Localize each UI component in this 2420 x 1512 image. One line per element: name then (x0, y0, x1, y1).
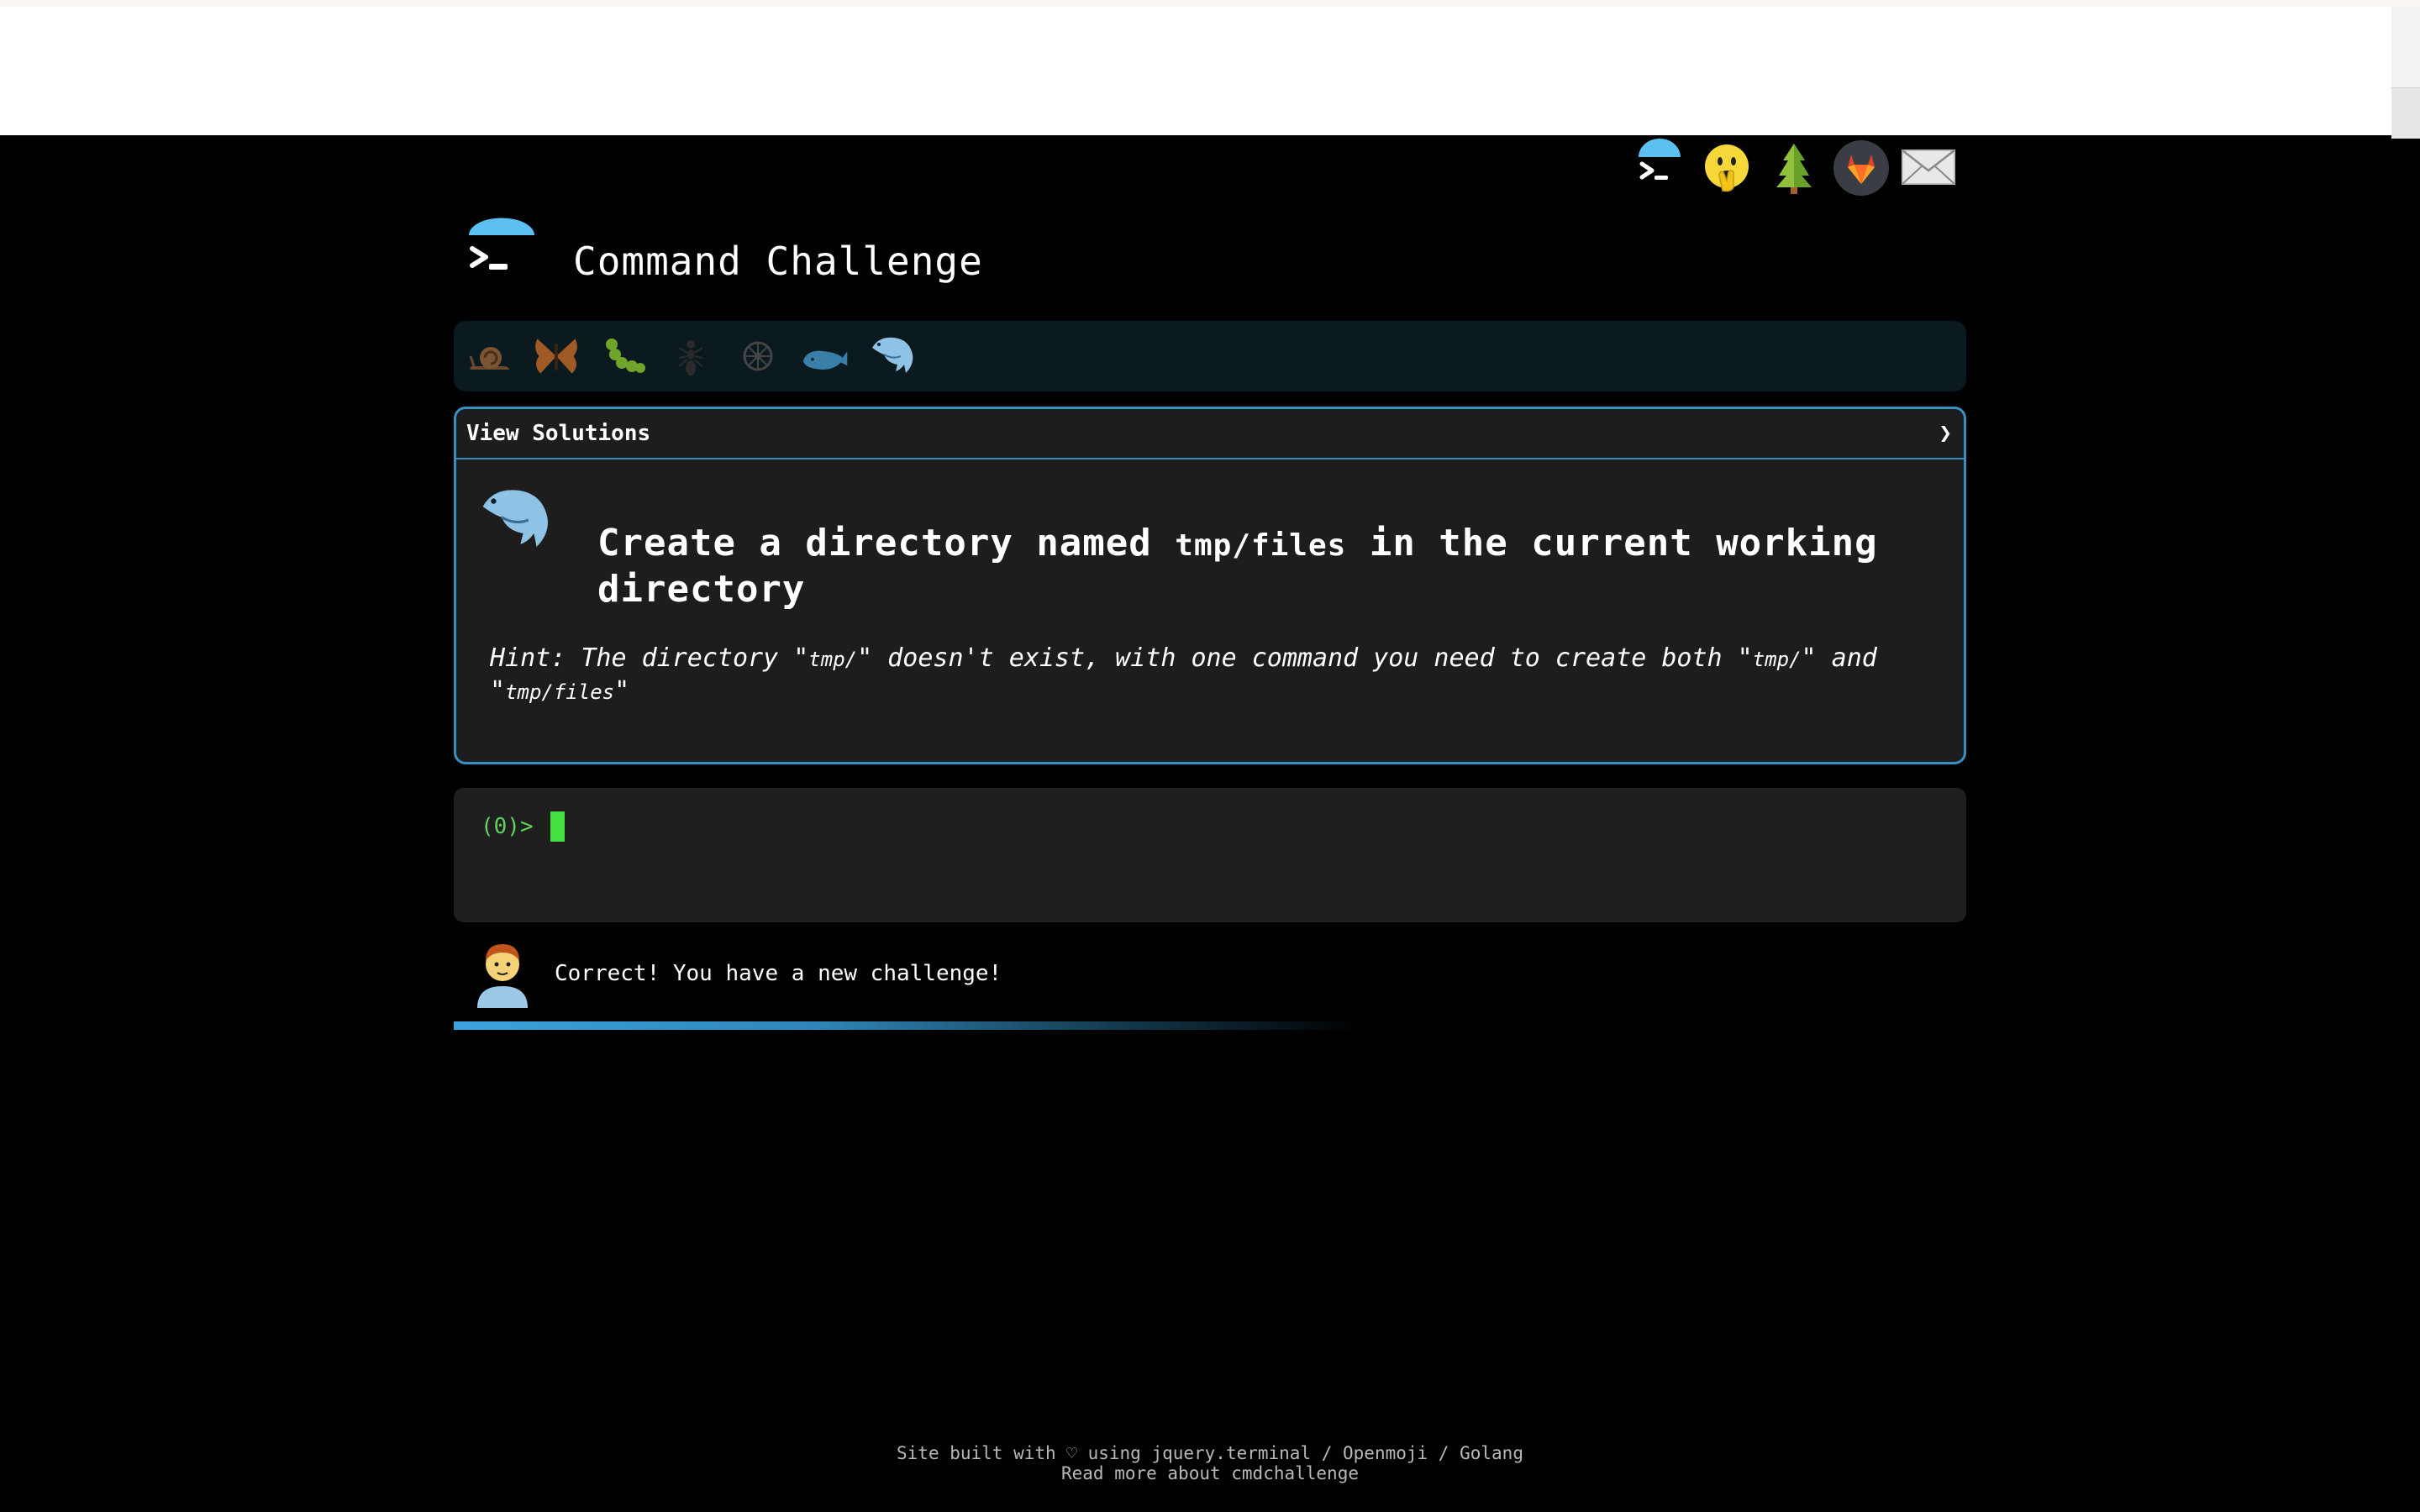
person-avatar-icon (472, 936, 533, 1008)
ant-icon[interactable] (666, 331, 716, 381)
whale-icon[interactable] (800, 331, 850, 381)
hint-prefix: Hint: The directory " (490, 643, 809, 673)
footer: Site built with ♡ using jquery.terminal … (0, 1443, 2420, 1483)
page-title: Command Challenge (573, 239, 983, 284)
footer-credits: Site built with ♡ using jquery.terminal … (0, 1443, 2420, 1463)
readmore-link[interactable]: Read more about cmdchallenge (1061, 1463, 1359, 1483)
challenge-panel: View Solutions ❯ Create a directory name… (454, 407, 1966, 764)
envelope-icon[interactable] (1899, 139, 1958, 197)
terminal-icon[interactable] (1630, 139, 1689, 197)
browser-content-blank-bar (0, 7, 2391, 135)
dolphin-icon (475, 480, 555, 560)
challenge-description: Create a directory named tmp/files in th… (597, 522, 1942, 612)
challenge-text-prefix: Create a directory named (597, 522, 1176, 564)
footer-credits-link[interactable]: Site built with ♡ using jquery.terminal … (897, 1443, 1523, 1463)
hint-middle: " doesn't exist, with one command you ne… (857, 643, 1753, 673)
challenge-path: tmp/files (1175, 528, 1347, 563)
hint-path-tmp: tmp/ (808, 648, 858, 671)
status-message: Correct! You have a new challenge! (555, 961, 1002, 986)
hint-text: Hint: The directory "tmp/" doesn't exist… (490, 643, 1935, 708)
chevron-right-icon: ❯ (1939, 421, 1952, 446)
gitlab-icon[interactable] (1832, 139, 1891, 197)
caterpillar-icon[interactable] (598, 331, 649, 381)
browser-top-strip (0, 0, 2420, 7)
hand-over-mouth-icon[interactable] (1697, 139, 1756, 197)
footer-readmore: Read more about cmdchallenge (0, 1463, 2420, 1483)
terminal[interactable]: (0)> (454, 788, 1966, 922)
scrollbar-thumb[interactable] (2391, 87, 2420, 139)
view-solutions-label: View Solutions (466, 421, 651, 446)
butterfly-icon[interactable] (531, 331, 581, 381)
level-selector (454, 321, 1966, 391)
site-logo[interactable] (464, 217, 538, 291)
view-solutions-toggle[interactable]: View Solutions ❯ (456, 409, 1964, 459)
prompt-label: (0)> (481, 814, 534, 839)
browser-scrollbar[interactable] (2391, 7, 2420, 139)
terminal-prompt[interactable]: (0)> (481, 811, 565, 842)
wheel-icon[interactable] (733, 331, 783, 381)
snail-icon[interactable] (464, 331, 514, 381)
progress-bar (454, 1021, 1361, 1030)
dolphin-icon[interactable] (867, 331, 918, 381)
hint-path-tmp-2: tmp/ (1752, 648, 1802, 671)
tree-icon[interactable] (1765, 139, 1823, 197)
hint-path-tmp-files: tmp/files (505, 680, 615, 704)
header-icon-links (1630, 138, 1958, 198)
hint-end: " (614, 676, 630, 706)
terminal-cursor (550, 811, 565, 842)
